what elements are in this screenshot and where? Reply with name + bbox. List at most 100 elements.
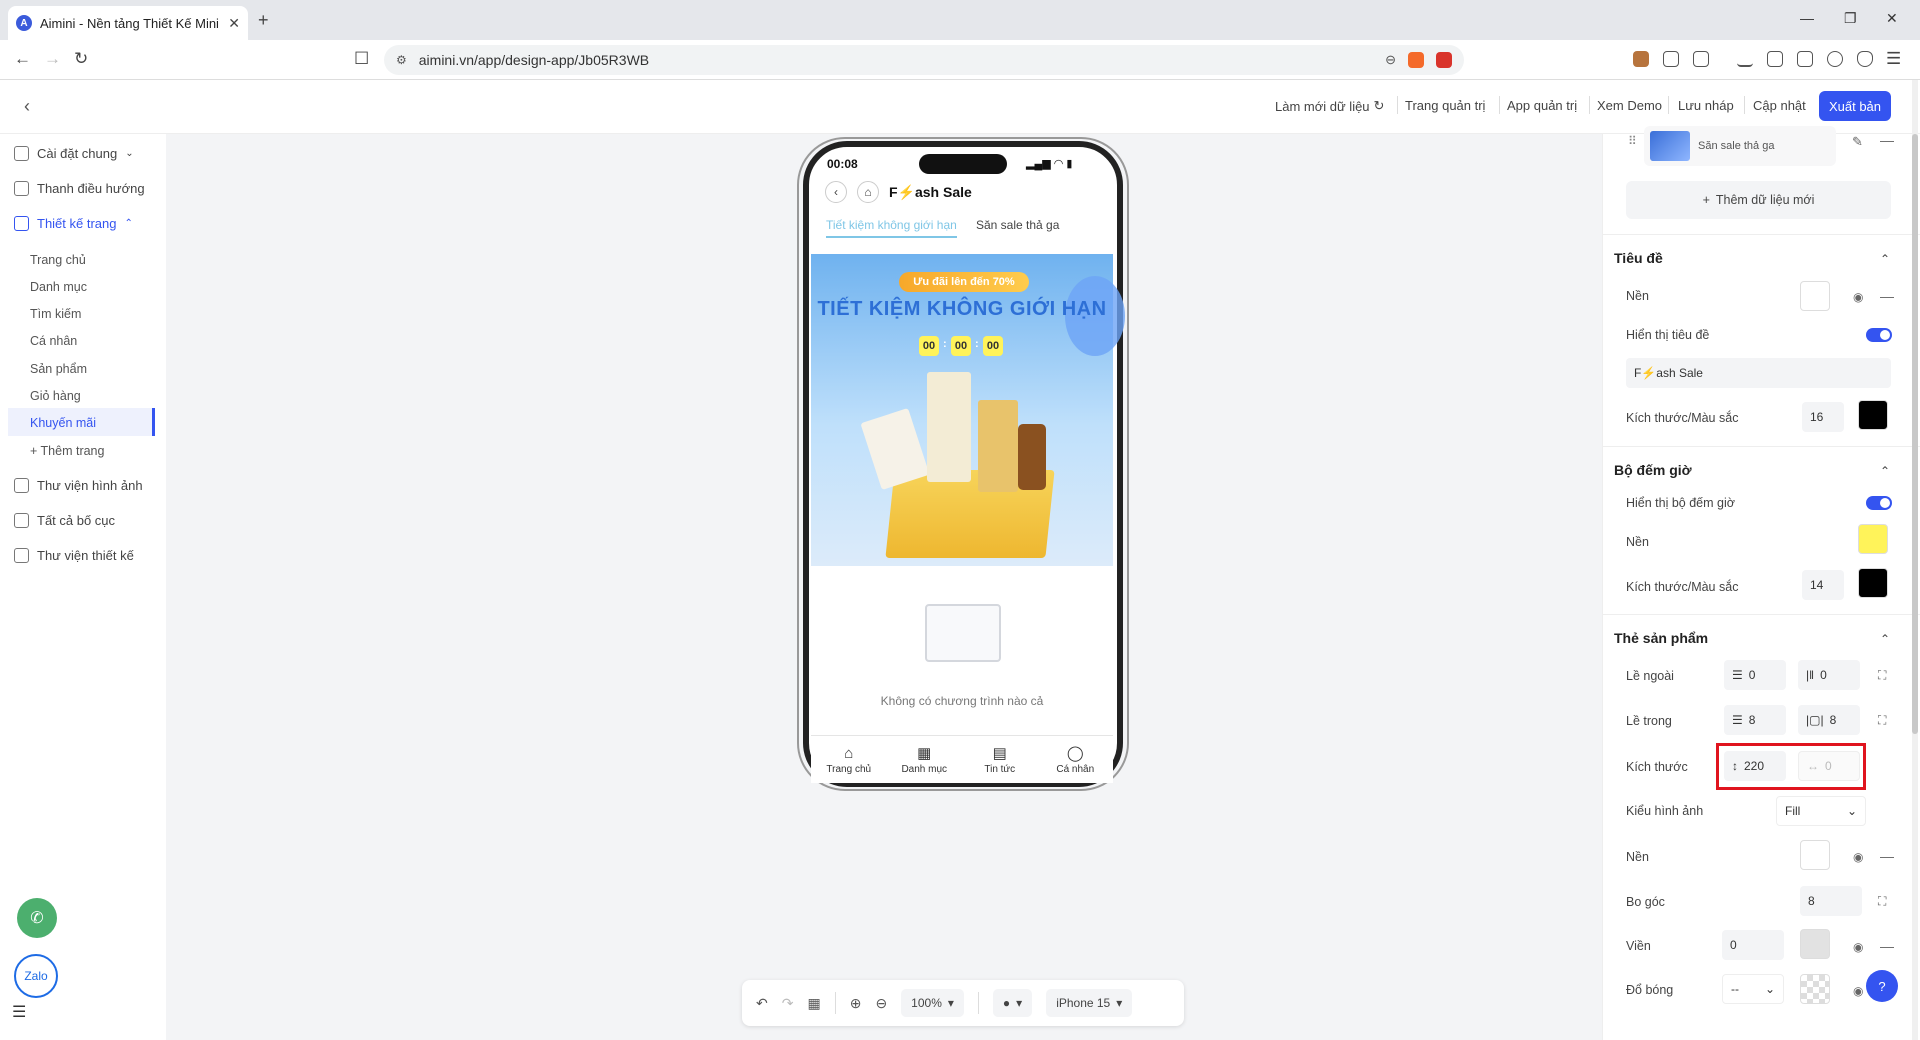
title-color-swatch[interactable] xyxy=(1858,400,1888,430)
padding-vertical-input[interactable]: ☰ 8 xyxy=(1724,705,1786,735)
shadow-select[interactable]: -- ⌄ xyxy=(1722,974,1784,1004)
sidebar-subitem-promotion[interactable]: Khuyến mãi xyxy=(30,416,96,430)
help-button[interactable]: ? xyxy=(1866,970,1898,1002)
screenshot-icon[interactable] xyxy=(1693,51,1709,67)
admin-app-button[interactable]: App quản trị xyxy=(1507,98,1577,113)
vpn-shield-icon[interactable] xyxy=(1857,51,1873,67)
show-countdown-toggle[interactable] xyxy=(1866,496,1892,510)
data-item[interactable]: Săn sale thả ga xyxy=(1644,126,1836,166)
forward-icon[interactable]: → xyxy=(44,49,61,69)
image-style-select[interactable]: Fill ⌄ xyxy=(1776,796,1866,826)
add-page-button[interactable]: + Thêm trang xyxy=(30,444,104,458)
collapse-chevron-icon[interactable]: ⌃ xyxy=(1880,252,1890,266)
sidebar-item-general[interactable]: Cài đặt chung ⌄ xyxy=(14,146,134,161)
collapse-chevron-icon[interactable]: ⌃ xyxy=(1880,464,1890,478)
collapse-chevron-icon[interactable]: ⌃ xyxy=(1880,632,1890,646)
device-select[interactable]: iPhone 15 ▾ xyxy=(1046,989,1133,1017)
browser-menu-icon[interactable]: ☰ xyxy=(1886,49,1901,69)
title-bg-swatch[interactable] xyxy=(1800,281,1830,311)
card-bg-swatch[interactable] xyxy=(1800,840,1830,870)
scrollbar-thumb[interactable] xyxy=(1912,134,1918,734)
phone-back-icon[interactable]: ‹ xyxy=(825,181,847,203)
phone-home-icon[interactable]: ⌂ xyxy=(857,181,879,203)
visibility-eye-icon[interactable]: ◉ xyxy=(1853,940,1863,954)
border-width-input[interactable]: 0 xyxy=(1722,930,1784,960)
drag-handle-icon[interactable]: ⠿ xyxy=(1628,134,1637,148)
view-demo-button[interactable]: Xem Demo xyxy=(1597,98,1662,113)
sidebar-subitem-category[interactable]: Danh mục xyxy=(30,280,87,294)
wallet-icon[interactable] xyxy=(1797,51,1813,67)
minimize-icon[interactable]: — xyxy=(1800,10,1814,26)
redo-icon[interactable]: ↷ xyxy=(782,995,794,1012)
title-size-input[interactable]: 16 xyxy=(1802,402,1844,432)
visibility-eye-icon[interactable]: ◉ xyxy=(1853,290,1863,304)
new-tab-icon[interactable]: + xyxy=(258,10,269,31)
grid-toggle-icon[interactable]: ▦ xyxy=(807,995,820,1012)
padding-horizontal-input[interactable]: |▢| 8 xyxy=(1798,705,1860,735)
back-icon[interactable]: ← xyxy=(14,49,31,69)
brave-shield-icon[interactable] xyxy=(1408,52,1424,68)
phone-tab-news[interactable]: ▤ Tin tức xyxy=(962,736,1038,783)
phone-tab-home[interactable]: ⌂ Trang chủ xyxy=(811,736,887,783)
reload-icon[interactable]: ↻ xyxy=(74,49,88,69)
bookmark-icon[interactable]: ☐ xyxy=(354,49,369,69)
sidebar-item-navbar[interactable]: Thanh điều hướng xyxy=(14,181,145,196)
expand-icon[interactable]: ⛶ xyxy=(1878,668,1886,683)
extensions-icon[interactable] xyxy=(1663,51,1679,67)
publish-button[interactable]: Xuất bản xyxy=(1819,91,1891,121)
phone-tab-unlimited[interactable]: Tiết kiệm không giới hạn xyxy=(826,218,957,238)
phone-tab-profile[interactable]: ◯ Cá nhân xyxy=(1038,736,1114,783)
close-window-icon[interactable]: ✕ xyxy=(1886,10,1898,27)
radius-input[interactable]: 8 xyxy=(1800,886,1862,916)
zoom-select[interactable]: 100% ▾ xyxy=(901,989,964,1017)
remove-icon[interactable]: — xyxy=(1880,288,1894,304)
countdown-color-swatch[interactable] xyxy=(1858,568,1888,598)
phone-tab-sale[interactable]: Săn sale thả ga xyxy=(976,218,1059,232)
close-tab-icon[interactable]: ✕ xyxy=(228,15,240,32)
admin-page-button[interactable]: Trang quản trị xyxy=(1405,98,1485,113)
phone-call-icon[interactable]: ✆ xyxy=(17,898,57,938)
refresh-data-button[interactable]: Làm mới dữ liệu ↻ xyxy=(1275,98,1384,114)
remove-icon[interactable]: — xyxy=(1880,848,1894,864)
show-title-toggle[interactable] xyxy=(1866,328,1892,342)
sidebar-subitem-home[interactable]: Trang chủ xyxy=(30,253,86,267)
sidebar-item-design-library[interactable]: Thư viện thiết kế xyxy=(14,548,134,563)
sidebar-item-page-design[interactable]: Thiết kế trang ⌃ xyxy=(14,216,133,231)
expand-icon[interactable]: ⛶ xyxy=(1878,713,1886,728)
cookie-extension-icon[interactable] xyxy=(1633,51,1649,67)
countdown-size-input[interactable]: 14 xyxy=(1802,570,1844,600)
sidebar-toggle-icon[interactable] xyxy=(1767,51,1783,67)
zoom-out-icon[interactable]: ⊖ xyxy=(1385,52,1396,68)
sidebar-item-image-library[interactable]: Thư viện hình ảnh xyxy=(14,478,143,493)
countdown-bg-swatch[interactable] xyxy=(1858,524,1888,554)
sidebar-subitem-product[interactable]: Sản phẩm xyxy=(30,362,87,376)
remove-icon[interactable]: — xyxy=(1880,132,1894,148)
sidebar-subitem-search[interactable]: Tìm kiếm xyxy=(30,307,81,321)
site-info-icon[interactable]: ⚙ xyxy=(396,53,407,67)
restore-icon[interactable]: ❐ xyxy=(1844,10,1857,27)
download-icon[interactable] xyxy=(1737,51,1753,67)
url-field[interactable]: ⚙ aimini.vn/app/design-app/Jb05R3WB ⊖ xyxy=(384,45,1464,75)
visibility-eye-icon[interactable]: ◉ xyxy=(1853,984,1863,998)
border-color-swatch[interactable] xyxy=(1800,929,1830,959)
platform-select[interactable]: ● ▾ xyxy=(992,989,1033,1017)
hamburger-menu-icon[interactable]: ☰ xyxy=(12,1002,26,1022)
update-button[interactable]: Cập nhật xyxy=(1753,98,1806,113)
save-draft-button[interactable]: Lưu nháp xyxy=(1678,98,1734,113)
margin-vertical-input[interactable]: ☰ 0 xyxy=(1724,660,1786,690)
sidebar-item-all-layouts[interactable]: Tất cả bố cục xyxy=(14,513,115,528)
sidebar-subitem-cart[interactable]: Giỏ hàng xyxy=(30,389,81,403)
phone-tab-category[interactable]: ▦ Danh mục xyxy=(887,736,963,783)
browser-tab[interactable]: A Aimini - Nền tảng Thiết Kế Mini ✕ xyxy=(8,6,248,40)
sidebar-subitem-profile[interactable]: Cá nhân xyxy=(30,334,77,348)
shadow-color-swatch[interactable] xyxy=(1800,974,1830,1004)
add-data-button[interactable]: + Thêm dữ liệu mới xyxy=(1626,181,1891,219)
title-text-input[interactable]: F⚡ash Sale xyxy=(1626,358,1891,388)
back-arrow-icon[interactable]: ‹ xyxy=(24,96,30,117)
brave-rewards-icon[interactable] xyxy=(1436,52,1452,68)
edit-icon[interactable]: ✎ xyxy=(1852,134,1863,150)
expand-icon[interactable]: ⛶ xyxy=(1878,894,1886,909)
zoom-in-icon[interactable]: ⊕ xyxy=(850,995,862,1012)
remove-icon[interactable]: — xyxy=(1880,938,1894,954)
leo-ai-icon[interactable] xyxy=(1827,51,1843,67)
